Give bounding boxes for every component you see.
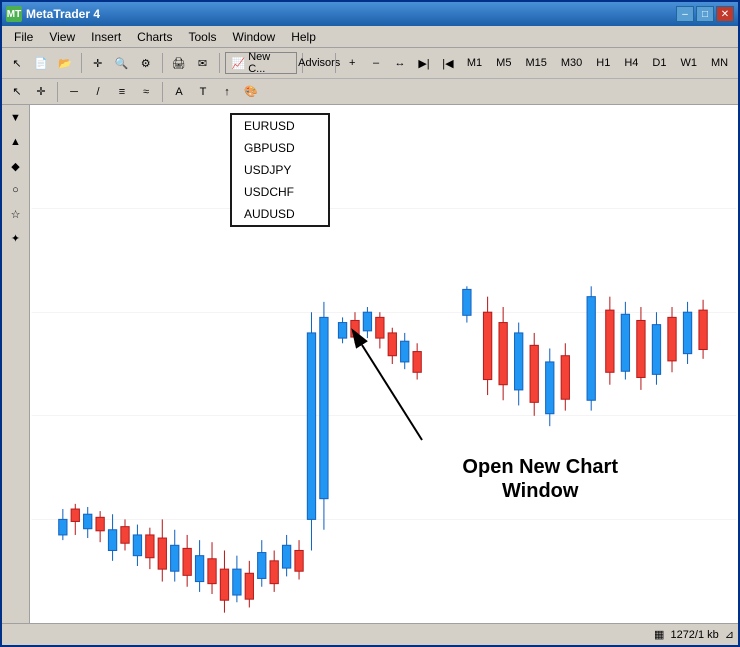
- lt-btn-6[interactable]: ✦: [5, 227, 27, 249]
- menu-tools[interactable]: Tools: [181, 28, 225, 46]
- lt-btn-1[interactable]: ▼: [5, 107, 27, 129]
- zoom-out-btn[interactable]: –: [365, 52, 387, 74]
- menu-help[interactable]: Help: [283, 28, 324, 46]
- menu-charts[interactable]: Charts: [129, 28, 180, 46]
- scale-btn[interactable]: ↔: [389, 52, 411, 74]
- close-button[interactable]: ✕: [716, 6, 734, 22]
- symbol-dropdown[interactable]: EURUSD GBPUSD USDJPY USDCHF AUDUSD: [230, 113, 330, 227]
- dropdown-item-eurusd[interactable]: EURUSD: [232, 115, 328, 137]
- main-content: ▼ ▲ ◆ ○ ☆ ✦: [2, 105, 738, 623]
- advisors-label: Advisors: [298, 57, 340, 69]
- left-toolbar: ▼ ▲ ◆ ○ ☆ ✦: [2, 105, 30, 623]
- new-chart-label: New C...: [248, 51, 290, 75]
- crosshair2-btn[interactable]: ✛: [30, 81, 52, 103]
- trendline-btn[interactable]: /: [87, 81, 109, 103]
- dropdown-item-gbpusd[interactable]: GBPUSD: [232, 137, 328, 159]
- status-right: ▦ 1272/1 kb ⊿: [654, 628, 734, 641]
- minimize-button[interactable]: –: [676, 6, 694, 22]
- app-icon: MT: [6, 6, 22, 22]
- window-controls: – □ ✕: [676, 6, 734, 22]
- menu-file[interactable]: File: [6, 28, 41, 46]
- tf-w1[interactable]: W1: [674, 55, 703, 71]
- open-btn[interactable]: 📂: [54, 52, 76, 74]
- dropdown-item-usdjpy[interactable]: USDJPY: [232, 159, 328, 181]
- timeframe-area: M1 M5 M15 M30 H1 H4 D1 W1 MN: [461, 55, 734, 71]
- new-btn[interactable]: 📄: [30, 52, 52, 74]
- lt-btn-4[interactable]: ○: [5, 179, 27, 201]
- menu-insert[interactable]: Insert: [83, 28, 129, 46]
- fibo-btn[interactable]: ≈: [135, 81, 157, 103]
- window-title: MetaTrader 4: [26, 7, 100, 21]
- main-toolbar: ↖ 📄 📂 ✛ 🔍 ⚙ 🖨 ✉ 📈 New C... Advisors + – …: [2, 48, 738, 78]
- title-bar-left: MT MetaTrader 4: [6, 6, 100, 22]
- separator-5: [335, 53, 336, 73]
- new-chart-button[interactable]: 📈 New C...: [225, 52, 298, 74]
- tf-m1[interactable]: M1: [461, 55, 488, 71]
- hline-btn[interactable]: ─: [63, 81, 85, 103]
- sep-d1: [57, 82, 58, 102]
- crosshair-btn[interactable]: ✛: [87, 52, 109, 74]
- color-btn[interactable]: 🎨: [240, 81, 262, 103]
- tf-m15[interactable]: M15: [519, 55, 552, 71]
- dropdown-item-audusd[interactable]: AUDUSD: [232, 203, 328, 225]
- menu-bar: File View Insert Charts Tools Window Hel…: [2, 26, 738, 48]
- arrow-tool-btn[interactable]: ↖: [6, 52, 28, 74]
- scroll-btn[interactable]: ▶|: [413, 52, 435, 74]
- text-btn[interactable]: A: [168, 81, 190, 103]
- menu-view[interactable]: View: [41, 28, 83, 46]
- separator-3: [219, 53, 220, 73]
- app-icon-text: MT: [7, 9, 21, 20]
- lt-btn-5[interactable]: ☆: [5, 203, 27, 225]
- title-bar: MT MetaTrader 4 – □ ✕: [2, 2, 738, 26]
- drawing-toolbar: ↖ ✛ ─ / ≡ ≈ A T ↑ 🎨: [2, 78, 738, 104]
- label-btn[interactable]: T: [192, 81, 214, 103]
- channel-btn[interactable]: ≡: [111, 81, 133, 103]
- separator-1: [81, 53, 82, 73]
- tf-d1[interactable]: D1: [646, 55, 672, 71]
- tf-m5[interactable]: M5: [490, 55, 517, 71]
- chart-area: EURUSD GBPUSD USDJPY USDCHF AUDUSD Open …: [30, 105, 738, 623]
- scroll2-btn[interactable]: |◀: [437, 52, 459, 74]
- main-window: MT MetaTrader 4 – □ ✕ File View Insert C…: [0, 0, 740, 647]
- dropdown-item-usdchf[interactable]: USDCHF: [232, 181, 328, 203]
- cursor-btn[interactable]: ↖: [6, 81, 28, 103]
- props-btn[interactable]: ⚙: [135, 52, 157, 74]
- print-btn[interactable]: 🖨: [168, 52, 190, 74]
- menu-window[interactable]: Window: [225, 28, 284, 46]
- zoom-btn[interactable]: 🔍: [111, 52, 133, 74]
- toolbar-container: ↖ 📄 📂 ✛ 🔍 ⚙ 🖨 ✉ 📈 New C... Advisors + – …: [2, 48, 738, 105]
- status-info-icon: ▦: [654, 628, 664, 641]
- chart-svg: [30, 105, 738, 623]
- maximize-button[interactable]: □: [696, 6, 714, 22]
- tf-m30[interactable]: M30: [555, 55, 588, 71]
- status-info-text: 1272/1 kb: [670, 629, 718, 641]
- arrow-draw-btn[interactable]: ↑: [216, 81, 238, 103]
- tf-h1[interactable]: H1: [590, 55, 616, 71]
- status-bar: ▦ 1272/1 kb ⊿: [2, 623, 738, 645]
- zoom-in-btn[interactable]: +: [341, 52, 363, 74]
- new-chart-icon: 📈: [232, 57, 246, 70]
- email-btn[interactable]: ✉: [192, 52, 214, 74]
- status-scroll-icon: ⊿: [725, 628, 734, 641]
- tf-h4[interactable]: H4: [618, 55, 644, 71]
- advisors-btn[interactable]: Advisors: [308, 52, 330, 74]
- separator-2: [162, 53, 163, 73]
- sep-d2: [162, 82, 163, 102]
- tf-mn[interactable]: MN: [705, 55, 734, 71]
- lt-btn-2[interactable]: ▲: [5, 131, 27, 153]
- lt-btn-3[interactable]: ◆: [5, 155, 27, 177]
